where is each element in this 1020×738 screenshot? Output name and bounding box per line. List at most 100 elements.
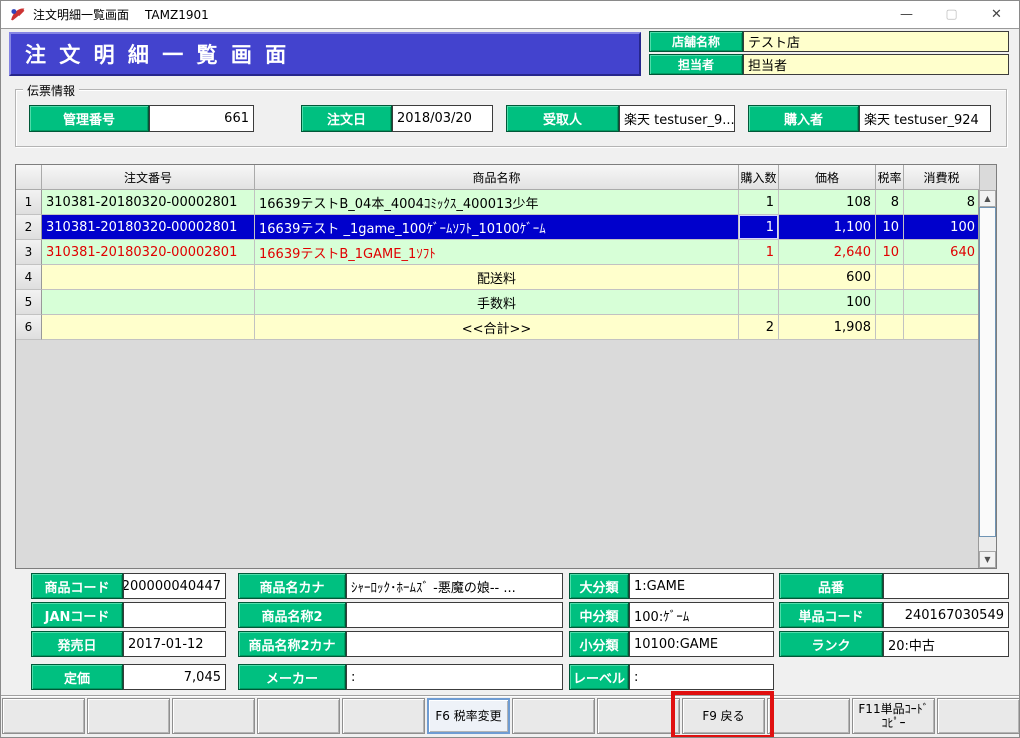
price-cell[interactable]: 1,100 [779, 215, 876, 240]
product-name-cell[interactable]: 配送料 [255, 265, 739, 290]
maximize-icon[interactable]: ▢ [929, 1, 974, 28]
minor-category-field[interactable]: 10100:GAME [629, 631, 774, 657]
jan-code-field[interactable] [123, 602, 226, 628]
fkey-button-f4[interactable] [257, 698, 340, 734]
order-date-field[interactable]: 2018/03/20 [392, 105, 493, 132]
qty-cell[interactable]: 2 [739, 315, 779, 340]
table-row-total[interactable]: 6 <<合計>> 2 1,908 [16, 315, 996, 340]
unit-code-field[interactable]: 240167030549 [883, 602, 1009, 628]
recipient-field[interactable]: 楽天 testuser_9... [619, 105, 735, 132]
product-name2-field[interactable] [346, 602, 563, 628]
product-name-header: 商品名称 [255, 165, 739, 190]
qty-cell[interactable] [739, 265, 779, 290]
fkey-button-f10[interactable] [767, 698, 850, 734]
release-date-field[interactable]: 2017-01-12 [123, 631, 226, 657]
qty-cell[interactable] [739, 290, 779, 315]
product-name-cell[interactable]: 16639テストB_04本_4004ｺﾐｯｸｽ_400013少年 [255, 190, 739, 215]
major-category-field[interactable]: 1:GAME [629, 573, 774, 599]
row-number-cell: 5 [16, 290, 42, 315]
tax-rate-cell[interactable]: 8 [876, 190, 904, 215]
scroll-down-icon[interactable]: ▼ [979, 551, 996, 568]
purchaser-field[interactable]: 楽天 testuser_924 [859, 105, 991, 132]
price-cell[interactable]: 108 [779, 190, 876, 215]
middle-category-label: 中分類 [569, 602, 629, 628]
staff-field[interactable]: 担当者 [743, 54, 1009, 75]
table-row-selected[interactable]: 2 310381-20180320-00002801 16639テスト _1ga… [16, 215, 996, 240]
page-title: 注 文 明 細 一 覧 画 面 [9, 32, 641, 76]
tax-cell[interactable] [904, 290, 980, 315]
order-no-cell[interactable] [42, 265, 255, 290]
scroll-up-icon[interactable]: ▲ [979, 190, 996, 207]
function-key-bar: F6 税率変更 F9 戻る F11単品ｺｰﾄﾞ ｺﾋﾟｰ [2, 698, 1020, 736]
close-icon[interactable]: ✕ [974, 1, 1019, 28]
fkey-button-f1[interactable] [2, 698, 85, 734]
major-category-label: 大分類 [569, 573, 629, 599]
product-name-kana-label: 商品名カナ [238, 573, 346, 599]
product-name2-kana-field[interactable] [346, 631, 563, 657]
control-number-field[interactable]: 661 [149, 105, 254, 132]
order-no-cell[interactable] [42, 290, 255, 315]
tax-rate-cell[interactable] [876, 265, 904, 290]
table-row[interactable]: 3 310381-20180320-00002801 16639テストB_1GA… [16, 240, 996, 265]
fkey-button-f3[interactable] [172, 698, 255, 734]
qty-cell[interactable]: 1 [739, 190, 779, 215]
app-window: 注文明細一覧画面 TAMZ1901 — ▢ ✕ 注 文 明 細 一 覧 画 面 … [0, 0, 1020, 738]
order-no-cell[interactable]: 310381-20180320-00002801 [42, 240, 255, 265]
product-name-kana-field[interactable]: ｼｬｰﾛｯｸ･ﾎｰﾑｽﾞ -悪魔の娘-- ... [346, 573, 563, 599]
product-name-cell[interactable]: 16639テスト _1game_100ｹﾞｰﾑｿﾌﾄ_10100ｹﾞｰﾑ [255, 215, 739, 240]
price-cell[interactable]: 1,908 [779, 315, 876, 340]
tax-rate-change-button[interactable]: F6 税率変更 [427, 698, 510, 734]
control-number-label: 管理番号 [29, 105, 149, 132]
table-row[interactable]: 1 310381-20180320-00002801 16639テストB_04本… [16, 190, 996, 215]
maker-label: メーカー [238, 664, 346, 690]
maker-field[interactable]: : [346, 664, 563, 690]
fkey-button-f2[interactable] [87, 698, 170, 734]
minor-category-label: 小分類 [569, 631, 629, 657]
qty-cell[interactable]: 1 [739, 215, 779, 240]
table-row[interactable]: 5 手数料 100 [16, 290, 996, 315]
middle-category-field[interactable]: 100:ｹﾞｰﾑ [629, 602, 774, 628]
unit-code-copy-button[interactable]: F11単品ｺｰﾄﾞ ｺﾋﾟｰ [852, 698, 935, 734]
tax-rate-cell[interactable]: 10 [876, 215, 904, 240]
fkey-button-f5[interactable] [342, 698, 425, 734]
table-row[interactable]: 4 配送料 600 [16, 265, 996, 290]
tax-rate-cell[interactable] [876, 290, 904, 315]
window-controls: — ▢ ✕ [884, 1, 1019, 28]
price-cell[interactable]: 600 [779, 265, 876, 290]
price-cell[interactable]: 100 [779, 290, 876, 315]
label-field[interactable]: : [629, 664, 774, 690]
store-name-field[interactable]: テスト店 [743, 31, 1009, 52]
part-number-field[interactable] [883, 573, 1009, 599]
tax-rate-cell[interactable]: 10 [876, 240, 904, 265]
back-button[interactable]: F9 戻る [682, 698, 765, 734]
tax-cell[interactable] [904, 315, 980, 340]
fkey-button-f8[interactable] [597, 698, 680, 734]
part-number-label: 品番 [779, 573, 883, 599]
scrollbar-thumb[interactable] [979, 207, 996, 537]
tax-rate-header: 税率 [876, 165, 904, 190]
order-no-header: 注文番号 [42, 165, 255, 190]
order-no-cell[interactable] [42, 315, 255, 340]
rank-field[interactable]: 20:中古 [883, 631, 1009, 657]
list-price-field[interactable]: 7,045 [123, 664, 226, 690]
product-name-cell[interactable]: 手数料 [255, 290, 739, 315]
tax-rate-cell[interactable] [876, 315, 904, 340]
fkey-button-f12[interactable] [937, 698, 1020, 734]
qty-cell[interactable]: 1 [739, 240, 779, 265]
divider [1, 695, 1019, 697]
tax-cell[interactable] [904, 265, 980, 290]
minimize-icon[interactable]: — [884, 1, 929, 28]
fkey-button-f7[interactable] [512, 698, 595, 734]
product-name-cell[interactable]: 16639テストB_1GAME_1ｿﾌﾄ [255, 240, 739, 265]
product-code-field[interactable]: 200000040447 [123, 573, 226, 599]
tax-cell[interactable]: 640 [904, 240, 980, 265]
row-number-cell: 6 [16, 315, 42, 340]
price-cell[interactable]: 2,640 [779, 240, 876, 265]
vertical-scrollbar[interactable]: ▲ ▼ [978, 190, 996, 568]
product-name-cell[interactable]: <<合計>> [255, 315, 739, 340]
order-no-cell[interactable]: 310381-20180320-00002801 [42, 190, 255, 215]
tax-cell[interactable]: 100 [904, 215, 980, 240]
tax-cell[interactable]: 8 [904, 190, 980, 215]
order-no-cell[interactable]: 310381-20180320-00002801 [42, 215, 255, 240]
app-icon [9, 6, 26, 23]
